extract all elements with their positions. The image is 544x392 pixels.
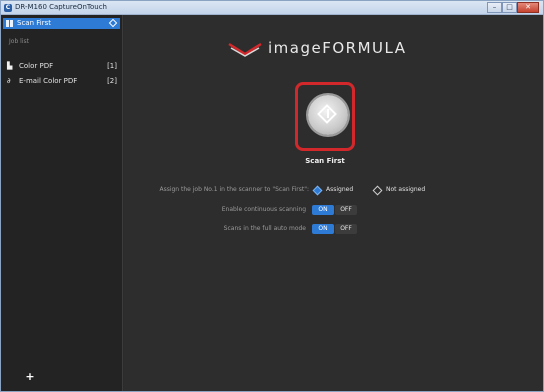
assign-radio-group: Assigned Not assigned (312, 185, 444, 196)
paperclip-icon: ∂ (7, 77, 11, 85)
job-name: E-mail Color PDF (19, 77, 78, 85)
app-window: C DR-M160 CaptureOnTouch – □ ✕ Scan Firs… (0, 0, 544, 392)
scan-bar-icon (327, 109, 329, 118)
minimize-button[interactable]: – (487, 2, 502, 13)
sidebar-item-email-color-pdf[interactable]: ∂ E-mail Color PDF [2] (7, 77, 119, 87)
full-auto-toggle[interactable]: ON OFF (312, 224, 358, 235)
assigned-radio[interactable] (312, 185, 323, 196)
diamond-icon (108, 18, 118, 28)
app-icon: C (4, 4, 12, 12)
scan-first-caption: Scan First (305, 157, 345, 165)
window-title: DR-M160 CaptureOnTouch (15, 3, 107, 11)
full-auto-off-button[interactable]: OFF (335, 224, 357, 234)
job-number: [1] (107, 62, 117, 70)
document-icon: ▙ (7, 62, 13, 70)
scan-first-highlight (295, 82, 355, 151)
logo-text: imageFORMULA (268, 39, 407, 57)
assigned-label[interactable]: Assigned (326, 186, 353, 193)
continuous-toggle[interactable]: ON OFF (312, 205, 358, 216)
sidebar-item-label: Scan First (17, 19, 51, 27)
job-number: [2] (107, 77, 117, 85)
job-name: Color PDF (19, 62, 54, 70)
close-button[interactable]: ✕ (517, 2, 539, 13)
window-controls: – □ ✕ (487, 2, 539, 13)
brand-logo: imageFORMULA (228, 39, 438, 59)
continuous-label: Enable continuous scanning (221, 206, 306, 213)
main-panel: imageFORMULA Scan First Assign the job N… (124, 15, 543, 391)
full-auto-row: Scans in the full auto mode (124, 224, 306, 235)
assign-label: Assign the job No.1 in the scanner to "S… (159, 186, 309, 193)
continuous-row: Enable continuous scanning (124, 205, 306, 216)
sidebar-item-color-pdf[interactable]: ▙ Color PDF [1] (7, 62, 119, 72)
sidebar: Scan First Job list ▙ Color PDF [1] ∂ E-… (1, 15, 123, 391)
continuous-on-button[interactable]: ON (312, 205, 334, 215)
not-assigned-radio[interactable] (372, 185, 383, 196)
full-auto-label: Scans in the full auto mode (223, 225, 306, 232)
not-assigned-label[interactable]: Not assigned (386, 186, 425, 193)
assign-row: Assign the job No.1 in the scanner to "S… (124, 185, 309, 196)
logo-mark-icon (228, 42, 262, 57)
maximize-button[interactable]: □ (502, 2, 517, 13)
continuous-off-button[interactable]: OFF (335, 205, 357, 215)
job-list-heading: Job list (9, 38, 29, 45)
grid-icon (6, 20, 13, 27)
scan-first-button[interactable] (308, 95, 348, 135)
add-job-button[interactable]: + (25, 371, 35, 382)
full-auto-on-button[interactable]: ON (312, 224, 334, 234)
sidebar-item-scan-first[interactable]: Scan First (3, 18, 120, 29)
title-bar: C DR-M160 CaptureOnTouch – □ ✕ (1, 1, 543, 15)
